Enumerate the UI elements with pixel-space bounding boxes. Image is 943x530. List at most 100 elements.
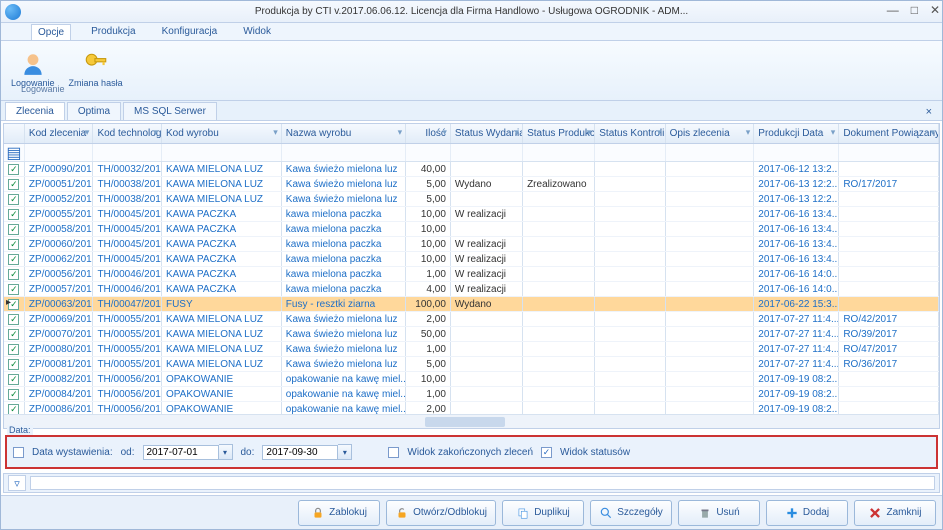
ilosc-cell: 2,00 (426, 314, 445, 325)
kod-zlecenia-cell: ZP/00052/2017 (29, 194, 94, 205)
filter-icon[interactable]: ▾ (442, 127, 447, 138)
table-row[interactable]: ZP/00051/2017TH/00038/2017KAWA MIELONA L… (4, 177, 939, 192)
table-row[interactable]: ZP/00084/2017TH/00056/2017OPAKOWANIEopak… (4, 387, 939, 402)
column-ilosc[interactable]: Ilość▾ (406, 124, 451, 143)
row-checkbox[interactable] (8, 194, 19, 205)
table-row[interactable]: ZP/00070/2017TH/00055/2017KAWA MIELONA L… (4, 327, 939, 342)
filter-icon[interactable]: ▾ (515, 127, 520, 138)
filter-icon[interactable]: ▾ (930, 127, 935, 138)
row-checkbox[interactable] (8, 284, 19, 295)
table-row[interactable]: ZP/00090/2017TH/00032/2017KAWA MIELONA L… (4, 162, 939, 177)
grid-header: Kod zlecenia▾ Kod technologii▾ Kod wyrob… (4, 124, 939, 144)
column-status-kontroli[interactable]: Status Kontroli▾ (595, 124, 665, 143)
tab-zlecenia[interactable]: Zlecenia (5, 102, 65, 120)
usun-button[interactable]: Usuń (678, 500, 760, 526)
column-status-produkcji[interactable]: Status Produkcji▾ (523, 124, 595, 143)
widok-zakonczonych-label: Widok zakończonych zleceń (407, 447, 533, 458)
kod-technologii-cell: TH/00056/2017 (97, 404, 162, 415)
date-from-dropdown[interactable]: ▾ (219, 444, 233, 460)
filter-text-input[interactable] (30, 476, 935, 490)
table-row[interactable]: ZP/00052/2017TH/00038/2017KAWA MIELONA L… (4, 192, 939, 207)
column-kod-zlecenia[interactable]: Kod zlecenia▾ (25, 124, 94, 143)
zablokuj-button[interactable]: Zablokuj (298, 500, 380, 526)
row-checkbox[interactable] (8, 224, 19, 235)
kod-zlecenia-cell: ZP/00086/2017 (29, 404, 94, 415)
table-row[interactable]: ZP/00069/2017TH/00055/2017KAWA MIELONA L… (4, 312, 939, 327)
funnel-icon[interactable]: ▿ (8, 475, 26, 491)
zamknij-button[interactable]: Zamknij (854, 500, 936, 526)
produkcji-data-cell: 2017-07-27 11:4... (758, 314, 839, 325)
maximize-button[interactable]: □ (911, 3, 918, 17)
column-dokument-powiazany[interactable]: Dokument Powiązany▾ (839, 124, 939, 143)
filter-icon[interactable]: ▾ (273, 127, 278, 138)
column-produkcji-data[interactable]: Produkcji Data▾ (754, 124, 839, 143)
otworz-button[interactable]: Otwórz/Odblokuj (386, 500, 496, 526)
column-status-wydania[interactable]: Status Wydania▾ (451, 124, 523, 143)
table-row[interactable]: ZP/00062/2017TH/00045/2017KAWA PACZKAkaw… (4, 252, 939, 267)
grid-body[interactable]: ZP/00090/2017TH/00032/2017KAWA MIELONA L… (4, 162, 939, 414)
menu-produkcja[interactable]: Produkcja (85, 24, 141, 39)
table-row[interactable]: ZP/00056/2017TH/00046/2017KAWA PACZKAkaw… (4, 267, 939, 282)
table-row[interactable]: ZP/00058/2017TH/00045/2017KAWA PACZKAkaw… (4, 222, 939, 237)
row-checkbox[interactable] (8, 344, 19, 355)
lock-icon (311, 506, 325, 520)
horizontal-scrollbar[interactable] (4, 414, 939, 428)
table-row[interactable]: ▸ZP/00063/2017TH/00047/2017FUSYFusy - re… (4, 297, 939, 312)
table-row[interactable]: ZP/00057/2017TH/00046/2017KAWA PACZKAkaw… (4, 282, 939, 297)
tab-close-button[interactable]: × (920, 104, 938, 120)
table-row[interactable]: ZP/00081/2017TH/00055/2017KAWA MIELONA L… (4, 357, 939, 372)
date-to-dropdown[interactable]: ▾ (338, 444, 352, 460)
column-nazwa-wyrobu[interactable]: Nazwa wyrobu▾ (282, 124, 406, 143)
duplikuj-button[interactable]: Duplikuj (502, 500, 584, 526)
menu-konfiguracja[interactable]: Konfiguracja (156, 24, 224, 39)
status-wydania-cell: W realizacji (455, 254, 506, 265)
filter-icon[interactable]: ▾ (85, 127, 90, 138)
table-row[interactable]: ZP/00080/2017TH/00055/2017KAWA MIELONA L… (4, 342, 939, 357)
table-row[interactable]: ZP/00082/2017TH/00056/2017OPAKOWANIEopak… (4, 372, 939, 387)
row-checkbox[interactable] (8, 254, 19, 265)
tab-optima[interactable]: Optima (67, 102, 121, 120)
row-checkbox[interactable] (8, 239, 19, 250)
filter-icon[interactable]: ▾ (746, 127, 751, 138)
menu-widok[interactable]: Widok (237, 24, 277, 39)
column-opis-zlecenia[interactable]: Opis zlecenia▾ (666, 124, 755, 143)
table-row[interactable]: ZP/00055/2017TH/00045/2017KAWA PACZKAkaw… (4, 207, 939, 222)
table-row[interactable]: ZP/00060/2017TH/00045/2017KAWA PACZKAkaw… (4, 237, 939, 252)
row-checkbox[interactable] (8, 314, 19, 325)
column-kod-wyrobu[interactable]: Kod wyrobu▾ (162, 124, 282, 143)
column-select-all[interactable] (4, 124, 25, 143)
row-checkbox[interactable] (8, 179, 19, 190)
menu-opcje[interactable]: Opcje (31, 24, 71, 40)
widok-statusow-checkbox[interactable] (541, 447, 552, 458)
change-password-button[interactable]: Zmiana hasła (65, 48, 127, 90)
table-row[interactable]: ZP/00086/2017TH/00056/2017OPAKOWANIEopak… (4, 402, 939, 414)
close-window-button[interactable]: ✕ (930, 3, 940, 17)
row-checkbox[interactable] (8, 404, 19, 415)
scrollbar-thumb[interactable] (425, 417, 505, 427)
filter-icon[interactable]: ▾ (587, 127, 592, 138)
filter-icon[interactable]: ▾ (153, 127, 158, 138)
row-checkbox[interactable] (8, 164, 19, 175)
row-checkbox[interactable] (8, 269, 19, 280)
widok-zakonczonych-checkbox[interactable] (388, 447, 399, 458)
szczegoly-button[interactable]: Szczegóły (590, 500, 672, 526)
filter-icon[interactable]: ▾ (398, 127, 403, 138)
data-wystawienia-checkbox[interactable] (13, 447, 24, 458)
row-checkbox[interactable] (8, 209, 19, 220)
dodaj-button[interactable]: Dodaj (766, 500, 848, 526)
date-from-input[interactable] (143, 445, 219, 460)
tab-mssql[interactable]: MS SQL Serwer (123, 102, 217, 120)
filter-icon[interactable]: ▾ (657, 127, 662, 138)
row-checkbox[interactable] (8, 329, 19, 340)
row-checkbox[interactable] (8, 389, 19, 400)
nazwa-wyrobu-cell: Kawa świeżo mielona luz (286, 329, 398, 340)
date-to-input[interactable] (262, 445, 338, 460)
data-panel-title: Data: (7, 425, 33, 435)
minimize-button[interactable]: — (887, 3, 899, 17)
column-kod-technologii[interactable]: Kod technologii▾ (93, 124, 162, 143)
row-checkbox[interactable] (8, 374, 19, 385)
grid-filter-row[interactable]: ▤ (4, 144, 939, 162)
filter-icon[interactable]: ▾ (831, 127, 836, 138)
row-checkbox[interactable] (8, 359, 19, 370)
footer-toolbar: Zablokuj Otwórz/Odblokuj Duplikuj Szczeg… (1, 495, 942, 529)
